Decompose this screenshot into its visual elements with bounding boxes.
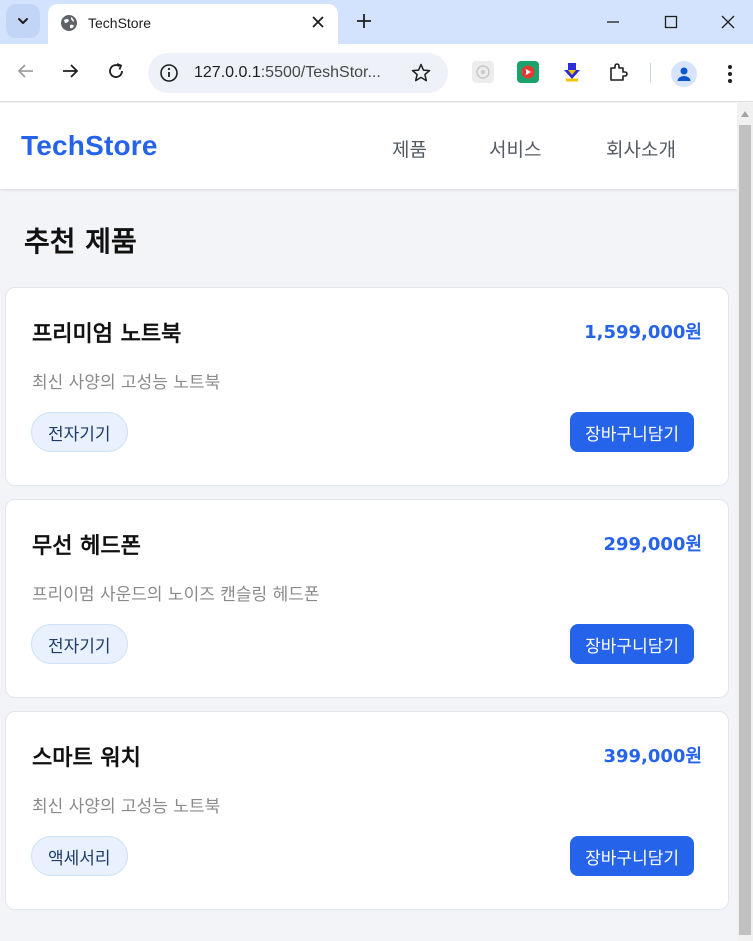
nav-link-products[interactable]: 제품 xyxy=(392,135,427,162)
url-text[interactable]: 127.0.0.1:5500/TeshStor... xyxy=(194,64,381,82)
maximize-icon xyxy=(664,15,678,29)
browser-tab-bar: TechStore xyxy=(0,0,753,44)
close-icon xyxy=(312,16,324,28)
puzzle-icon xyxy=(610,63,628,81)
product-description: 최신 사양의 고성능 노트북 xyxy=(32,797,221,817)
product-name: 프리미엄 노트북 xyxy=(32,322,182,347)
section-title: 추천 제품 xyxy=(24,225,137,258)
download-arrow-icon xyxy=(564,63,580,82)
extensions-button[interactable] xyxy=(607,61,629,83)
browser-tab[interactable]: TechStore xyxy=(48,4,338,44)
product-name: 스마트 워치 xyxy=(32,746,141,771)
nav-link-services[interactable]: 서비스 xyxy=(489,135,541,162)
minimize-icon xyxy=(607,21,619,23)
address-bar[interactable]: 127.0.0.1:5500/TeshStor... xyxy=(148,53,448,93)
flower-icon xyxy=(476,65,490,79)
page-scrollbar[interactable] xyxy=(737,103,753,941)
arrow-left-icon xyxy=(17,64,33,78)
globe-icon xyxy=(61,15,77,31)
url-host: 127.0.0.1 xyxy=(194,64,261,81)
add-to-cart-button[interactable]: 장바구니담기 xyxy=(570,624,694,664)
profile-button[interactable] xyxy=(671,61,697,87)
extension-icon[interactable] xyxy=(472,61,494,83)
scroll-up-arrow-icon[interactable] xyxy=(741,111,749,117)
browser-menu-button[interactable] xyxy=(720,61,740,87)
tab-close-button[interactable] xyxy=(308,12,328,32)
close-window-button[interactable] xyxy=(714,8,742,36)
more-vertical-icon xyxy=(728,65,732,83)
scrollbar-thumb[interactable] xyxy=(739,125,751,935)
product-card: 프리미엄 노트북 1,599,000원 최신 사양의 고성능 노트북 전자기기 … xyxy=(5,287,729,486)
product-card: 스마트 워치 399,000원 최신 사양의 고성능 노트북 액세서리 장바구니… xyxy=(5,711,729,910)
close-icon xyxy=(721,15,735,29)
add-to-cart-button[interactable]: 장바구니담기 xyxy=(570,836,694,876)
play-icon xyxy=(521,65,535,79)
product-price: 1,599,000원 xyxy=(584,322,702,343)
arrow-right-icon xyxy=(63,64,79,78)
tab-title: TechStore xyxy=(88,15,152,31)
url-path: :5500/TeshStor... xyxy=(260,64,381,81)
forward-button[interactable] xyxy=(58,59,82,83)
product-price: 299,000원 xyxy=(603,534,702,555)
product-description: 최신 사양의 고성능 노트북 xyxy=(32,373,221,393)
toolbar-divider xyxy=(650,63,651,83)
reload-button[interactable] xyxy=(104,59,128,83)
add-to-cart-button[interactable]: 장바구니담기 xyxy=(570,412,694,452)
product-card: 무선 헤드폰 299,000원 프리이멈 사운드의 노이즈 캔슬링 헤드폰 전자… xyxy=(5,499,729,698)
site-header: TechStore 제품 서비스 회사소개 xyxy=(0,103,737,189)
new-tab-button[interactable] xyxy=(352,9,376,33)
chevron-down-icon xyxy=(18,18,28,24)
back-button[interactable] xyxy=(14,59,38,83)
info-icon[interactable] xyxy=(158,62,180,84)
product-price: 399,000원 xyxy=(603,746,702,767)
reload-icon xyxy=(109,63,123,78)
person-icon xyxy=(677,67,691,81)
video-extension-icon[interactable] xyxy=(517,61,539,83)
maximize-button[interactable] xyxy=(657,8,685,36)
page-viewport: TechStore 제품 서비스 회사소개 추천 제품 프리미엄 노트북 1,5… xyxy=(0,103,737,941)
category-badge: 전자기기 xyxy=(31,412,128,452)
product-description: 프리이멈 사운드의 노이즈 캔슬링 헤드폰 xyxy=(32,585,320,605)
tab-search-button[interactable] xyxy=(6,4,40,38)
product-name: 무선 헤드폰 xyxy=(32,534,141,559)
download-extension-icon[interactable] xyxy=(561,61,583,83)
plus-icon xyxy=(357,14,371,28)
nav-link-about[interactable]: 회사소개 xyxy=(606,135,676,162)
minimize-button[interactable] xyxy=(599,8,627,36)
star-icon[interactable] xyxy=(410,62,432,84)
browser-toolbar: 127.0.0.1:5500/TeshStor... xyxy=(0,44,753,102)
category-badge: 전자기기 xyxy=(31,624,128,664)
site-logo[interactable]: TechStore xyxy=(21,130,158,162)
category-badge: 액세서리 xyxy=(31,836,128,876)
